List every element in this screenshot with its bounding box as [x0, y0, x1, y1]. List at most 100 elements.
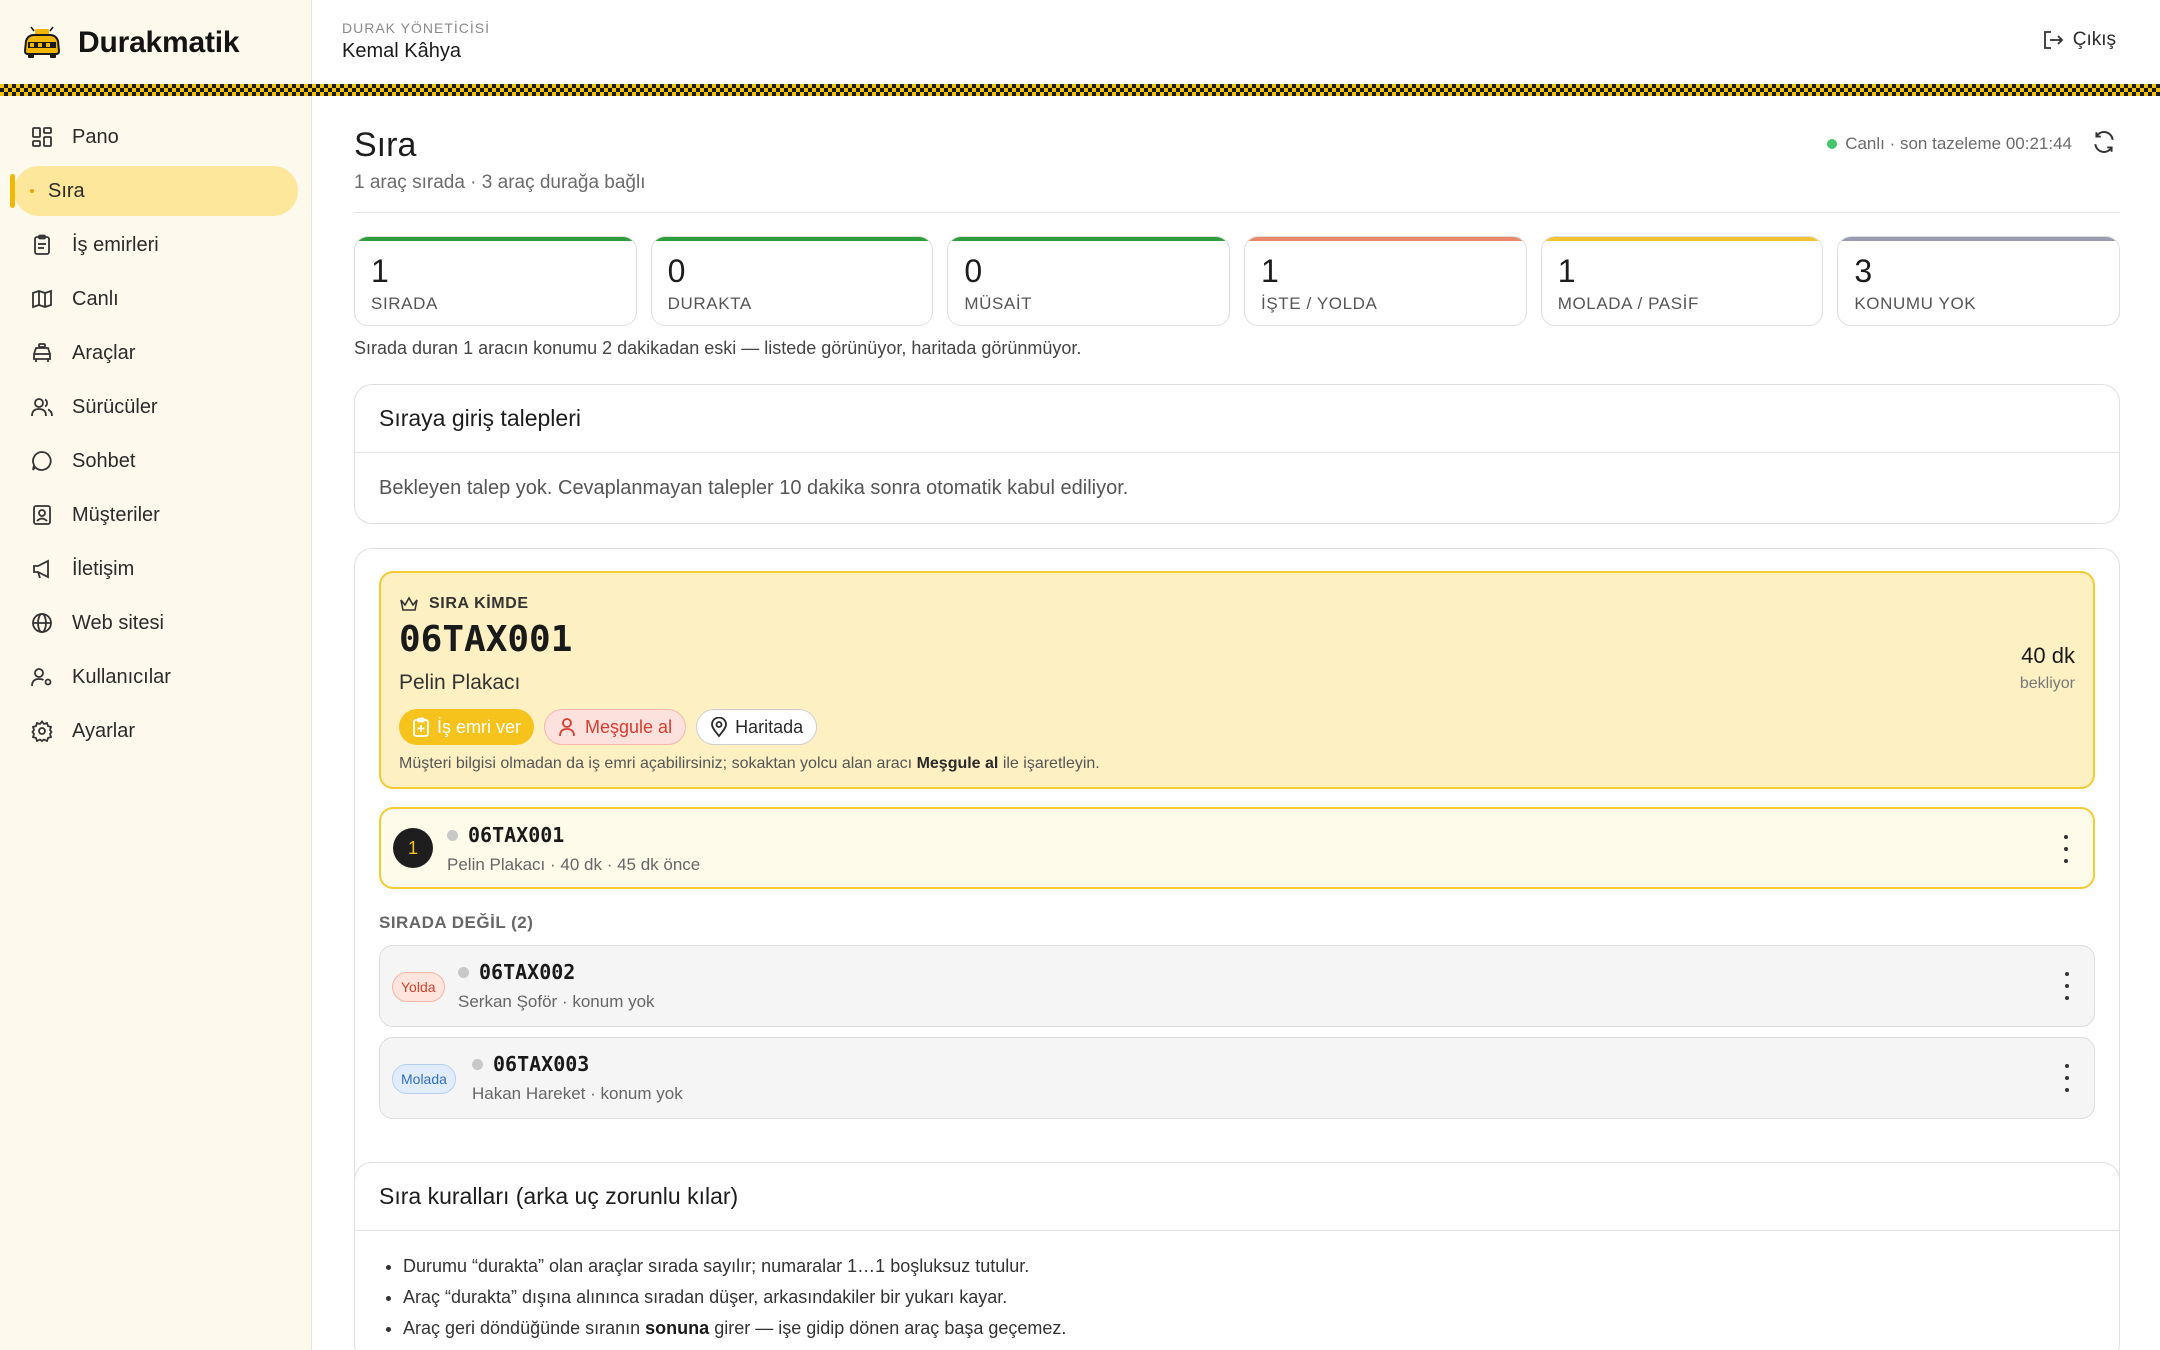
manager-name: Kemal Kâhya: [342, 40, 461, 62]
users-icon: [30, 395, 54, 419]
status-dot: [458, 966, 469, 978]
top-bar: DURAK YÖNETİCİSİ Kemal Kâhya Çıkış: [312, 0, 2160, 84]
map-pin-icon: [711, 717, 727, 737]
requests-title: Sıraya giriş talepleri: [355, 385, 2119, 453]
not-in-queue-row[interactable]: Yolda 06TAX002 Serkan Şoför · konum yok: [379, 945, 2095, 1027]
chat-icon: [30, 449, 54, 473]
sidebar: Durakmatik Pano Sıra İş emirleri Canlı A…: [0, 0, 312, 1350]
sidebar-item-label: Ayarlar: [72, 719, 135, 742]
stat-value: 1: [1261, 253, 1279, 289]
status-badge: Yolda: [392, 972, 445, 1002]
mark-busy-label: Meşgule al: [585, 716, 673, 737]
live-status: Canlı · son tazeleme 00:21:44: [1827, 134, 2072, 154]
rule-item: Araç geri döndüğünde sıranın sonuna gire…: [403, 1313, 2119, 1344]
clipboard-plus-icon: [413, 717, 429, 737]
stat-card-sirada: 1 SIRADA: [354, 236, 637, 326]
contact-icon: [30, 503, 54, 527]
sidebar-item-web-sitesi[interactable]: Web sitesi: [14, 598, 298, 648]
sidebar-item-label: Sürücüler: [72, 395, 158, 418]
rules-card: Sıra kuralları (arka uç zorunlu kılar) D…: [354, 1162, 2120, 1350]
stats-row: 1 SIRADA 0 DURAKTA 0 MÜSAİT 1 İŞTE / YOL…: [354, 236, 2121, 326]
logout-button[interactable]: Çıkış: [2041, 28, 2116, 52]
logout-label: Çıkış: [2072, 29, 2116, 50]
current-turn-hint: Müşteri bilgisi olmadan da iş emri açabi…: [399, 755, 1100, 773]
taxi-logo-icon: [23, 26, 61, 58]
queue-row[interactable]: 1 06TAX001 Pelin Plakacı · 40 dk · 45 dk…: [379, 807, 2095, 889]
stat-note: Sırada duran 1 aracın konumu 2 dakikadan…: [354, 338, 1082, 358]
rule-text: Durumu “durakta” olan araçlar sırada say…: [403, 1256, 1030, 1276]
status-dot: [447, 829, 458, 841]
refresh-button[interactable]: [2088, 126, 2120, 158]
sidebar-item-is-emirleri[interactable]: İş emirleri: [14, 220, 298, 270]
current-turn-driver: Pelin Plakacı: [399, 671, 521, 694]
current-turn-label-text: SIRA KİMDE: [429, 595, 529, 612]
stat-card-musait: 0 MÜSAİT: [947, 236, 1231, 326]
stat-label: KONUMU YOK: [1854, 294, 1977, 313]
checkered-divider: [0, 84, 2160, 96]
sidebar-item-musteriler[interactable]: Müşteriler: [14, 490, 298, 540]
hint-text-end: ile işaretleyin.: [998, 755, 1100, 772]
sidebar-item-suruculer[interactable]: Sürücüler: [14, 382, 298, 432]
hint-emphasis: Meşgule al: [916, 755, 999, 772]
plate-text: 06TAX002: [479, 960, 576, 984]
sidebar-item-label: Müşteriler: [72, 503, 160, 526]
not-in-queue-row[interactable]: Molada 06TAX003 Hakan Hareket · konum yo…: [379, 1037, 2095, 1119]
mark-busy-button[interactable]: Meşgule al: [544, 709, 687, 745]
sidebar-item-label: Web sitesi: [72, 611, 164, 634]
sidebar-nav: Pano Sıra İş emirleri Canlı Araçlar Sürü…: [0, 112, 312, 760]
current-turn-actions: İş emri ver Meşgule al Haritada: [399, 709, 818, 745]
sidebar-item-araclar[interactable]: Araçlar: [14, 328, 298, 378]
page-title: Sıra: [354, 126, 417, 164]
stat-card-durakta: 0 DURAKTA: [650, 236, 934, 326]
not-in-queue-meta: Hakan Hareket · konum yok: [472, 1084, 683, 1103]
more-options-icon[interactable]: [2061, 835, 2071, 863]
hint-text: Müşteri bilgisi olmadan da iş emri açabi…: [399, 755, 917, 772]
live-indicator-dot: [1827, 139, 1838, 149]
plate-text: 06TAX003: [493, 1052, 590, 1076]
brand[interactable]: Durakmatik: [0, 0, 311, 86]
gear-icon: [30, 719, 54, 743]
show-on-map-button[interactable]: Haritada: [696, 709, 818, 745]
wait-value: 40 dk: [2021, 643, 2075, 668]
sidebar-item-label: İş emirleri: [72, 233, 159, 256]
not-in-queue-plate: 06TAX002: [458, 960, 575, 984]
user-key-icon: [30, 665, 54, 689]
sidebar-item-sohbet[interactable]: Sohbet: [14, 436, 298, 486]
rules-list: Durumu “durakta” olan araçlar sırada say…: [355, 1231, 2119, 1344]
current-turn-plate: 06TAX001: [399, 619, 573, 660]
rule-item: Araç “durakta” dışına alınınca sıradan d…: [403, 1282, 2119, 1313]
rule-text: Araç geri döndüğünde sıranın: [403, 1318, 646, 1338]
more-options-icon[interactable]: [2062, 1064, 2072, 1092]
create-order-button[interactable]: İş emri ver: [399, 709, 535, 745]
queue-card: SIRA KİMDE 06TAX001 Pelin Plakacı İş emr…: [354, 548, 2120, 1238]
sidebar-item-label: Kullanıcılar: [72, 665, 171, 688]
sidebar-item-iletisim[interactable]: İletişim: [14, 544, 298, 594]
dashboard-icon: [30, 125, 54, 149]
header-divider: [354, 212, 2120, 213]
app-name: Durakmatik: [78, 26, 240, 59]
stat-label: DURAKTA: [667, 294, 752, 313]
car-icon: [30, 341, 54, 365]
stat-label: İŞTE / YOLDA: [1261, 294, 1378, 313]
show-on-map-label: Haritada: [735, 716, 804, 737]
rules-title: Sıra kuralları (arka uç zorunlu kılar): [355, 1163, 2119, 1231]
sidebar-item-kullanicilar[interactable]: Kullanıcılar: [14, 652, 298, 702]
globe-icon: [30, 611, 54, 635]
sidebar-item-label: Araçlar: [72, 341, 136, 364]
page-subtitle: 1 araç sırada · 3 araç durağa bağlı: [354, 172, 646, 193]
refresh-icon: [2094, 131, 2114, 153]
more-options-icon[interactable]: [2062, 972, 2072, 1000]
active-indicator-dot: [30, 189, 34, 193]
sidebar-item-sira[interactable]: Sıra: [10, 166, 298, 216]
stat-card-molada-pasif: 1 MOLADA / PASİF: [1540, 236, 1824, 326]
map-icon: [30, 287, 54, 311]
stat-label: MÜSAİT: [964, 294, 1033, 313]
sidebar-item-ayarlar[interactable]: Ayarlar: [14, 706, 298, 756]
plate-text: 06TAX001: [468, 823, 565, 847]
manager-role-label: DURAK YÖNETİCİSİ: [342, 20, 490, 36]
queue-row-plate: 06TAX001: [447, 823, 564, 847]
sidebar-item-pano[interactable]: Pano: [14, 112, 298, 162]
queue-position-badge: 1: [393, 828, 433, 868]
stat-value: 1: [371, 253, 389, 289]
sidebar-item-canli[interactable]: Canlı: [14, 274, 298, 324]
